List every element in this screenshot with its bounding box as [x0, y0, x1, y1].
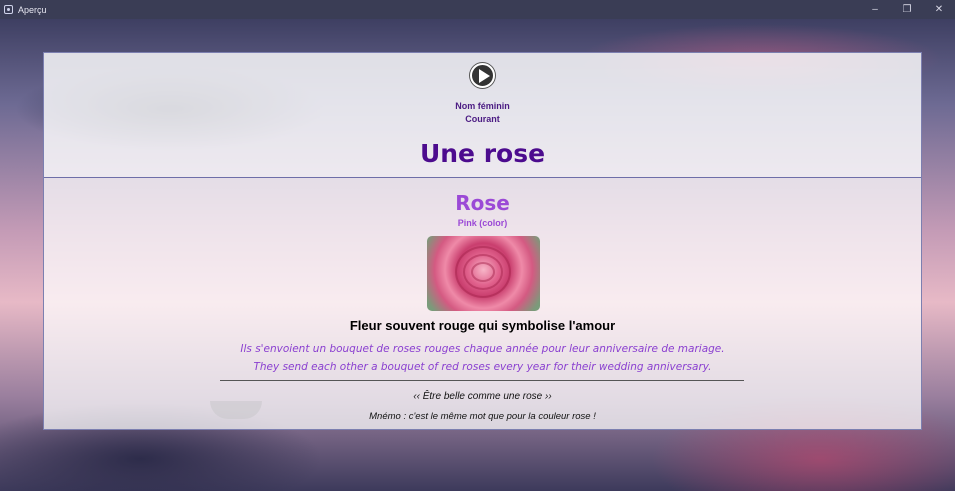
card-header: Nom féminin Courant Une rose [44, 53, 921, 178]
window-controls: – ❐ ✕ [859, 0, 955, 19]
translation-subtitle: Pink (color) [457, 218, 508, 228]
title-bar: Aperçu – ❐ ✕ [0, 0, 955, 19]
example-english: They send each other a bouquet of red ro… [253, 361, 712, 373]
window-title: Aperçu [18, 4, 47, 15]
close-button[interactable]: ✕ [923, 0, 955, 19]
translation-title: Rose [455, 191, 510, 215]
expression-text: ‹‹ Être belle comme une rose ›› [413, 391, 552, 402]
app-icon [4, 5, 13, 14]
example-french: Ils s'envoient un bouquet de roses rouge… [240, 343, 725, 355]
vocabulary-card: Nom féminin Courant Une rose Rose Pink (… [43, 52, 922, 430]
definition-text: Fleur souvent rouge qui symbolise l'amou… [349, 318, 616, 333]
divider [220, 380, 744, 381]
play-icon [478, 68, 490, 83]
memo-text: Mnémo : c'est le même mot que pour la co… [369, 411, 596, 422]
minimize-button[interactable]: – [859, 0, 891, 19]
petal-shape [455, 246, 511, 298]
register-label: Courant [465, 114, 500, 124]
word-title: Une rose [419, 139, 546, 168]
play-button[interactable] [470, 63, 495, 88]
restore-button[interactable]: ❐ [891, 0, 923, 19]
rose-image [427, 236, 540, 311]
grammar-label: Nom féminin [455, 101, 510, 111]
